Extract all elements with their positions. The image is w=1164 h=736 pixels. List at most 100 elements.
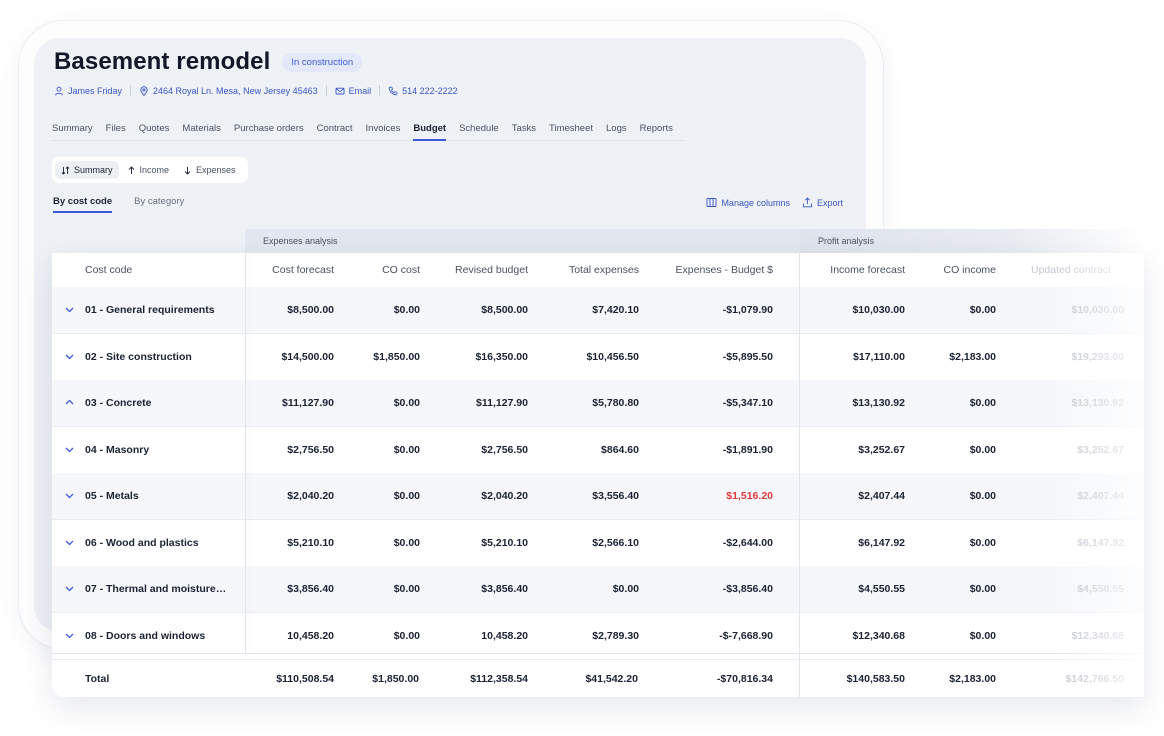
- chevron-down-icon[interactable]: [64, 537, 75, 548]
- tab-materials[interactable]: Materials: [182, 123, 221, 134]
- table-cell: $3,856.40: [481, 583, 528, 595]
- table-cell: $16,350.00: [475, 350, 528, 363]
- table-cell: $7,420.10: [592, 304, 639, 316]
- tab-summary[interactable]: Summary: [52, 123, 93, 134]
- col-co-cost[interactable]: CO cost: [320, 263, 420, 277]
- table-cell: $17,110.00: [853, 350, 905, 363]
- budget-table: Cost code Cost forecast CO cost Revised …: [52, 253, 1144, 697]
- table-cell: -$5,347.10: [722, 397, 773, 409]
- table-cell: $0.00: [969, 583, 996, 595]
- cost-code-name: 04 - Masonry: [85, 443, 150, 456]
- title-row: Basement remodel In construction: [54, 48, 363, 76]
- view-segmented-control: Summary Income Expenses: [52, 157, 248, 183]
- table-cell: $2,407.44: [1077, 490, 1124, 502]
- table-cell: $0.00: [969, 397, 996, 409]
- columns-icon: [706, 198, 717, 207]
- tab-files[interactable]: Files: [106, 123, 126, 134]
- col-cost-forecast[interactable]: Cost forecast: [234, 263, 334, 277]
- chevron-down-icon[interactable]: [64, 490, 75, 501]
- tab-contract[interactable]: Contract: [317, 123, 353, 134]
- table-cell: $11,127.90: [282, 397, 334, 409]
- tab-timesheet[interactable]: Timesheet: [549, 123, 593, 134]
- chevron-down-icon[interactable]: [64, 351, 75, 362]
- table-header: Cost code Cost forecast CO cost Revised …: [52, 253, 1144, 288]
- email-link[interactable]: Email: [335, 86, 371, 96]
- chevron-up-icon[interactable]: [64, 397, 75, 408]
- col-updated-contract[interactable]: Updated contract: [1031, 263, 1127, 277]
- table-cell: $2,040.20: [481, 490, 528, 502]
- status-badge: In construction: [282, 52, 363, 72]
- tab-purchase-orders[interactable]: Purchase orders: [234, 123, 304, 134]
- table-cell: $13,130.92: [852, 397, 905, 409]
- segment-expenses[interactable]: Expenses: [177, 161, 242, 179]
- segment-income[interactable]: Income: [121, 161, 176, 179]
- col-revised-budget[interactable]: Revised budget: [428, 263, 528, 277]
- chevron-down-icon[interactable]: [64, 304, 75, 315]
- table-cell: $0.00: [393, 490, 420, 502]
- table-cell: $0.00: [393, 443, 420, 456]
- table-row[interactable]: 07 - Thermal and moisture… $3,856.40 $0.00…: [52, 566, 1144, 613]
- owner-link[interactable]: James Friday: [54, 86, 122, 96]
- table-cell: $3,556.40: [592, 490, 639, 502]
- segment-summary-label: Summary: [74, 165, 113, 175]
- table-cell: $10,030.00: [852, 304, 905, 316]
- col-total-expenses[interactable]: Total expenses: [539, 263, 639, 277]
- manage-columns-button[interactable]: Manage columns: [706, 197, 790, 208]
- tab-by-cost-code[interactable]: By cost code: [53, 196, 113, 213]
- tab-logs[interactable]: Logs: [606, 123, 627, 134]
- table-cell: $5,210.10: [481, 536, 528, 549]
- segment-summary[interactable]: Summary: [55, 161, 119, 179]
- chevron-down-icon[interactable]: [64, 444, 75, 455]
- export-button[interactable]: Export: [802, 197, 843, 208]
- tab-tasks[interactable]: Tasks: [512, 123, 536, 134]
- tab-budget[interactable]: Budget: [413, 123, 446, 141]
- tab-invoices[interactable]: Invoices: [366, 123, 401, 134]
- table-cell: $3,856.40: [287, 583, 334, 595]
- total-total-expenses: $41,542.20: [585, 673, 638, 685]
- table-cell: $0.00: [393, 629, 420, 642]
- tab-quotes[interactable]: Quotes: [139, 123, 170, 134]
- table-cell: $8,500.00: [481, 304, 528, 316]
- table-cell: $0.00: [393, 397, 420, 409]
- col-cost-code[interactable]: Cost code: [85, 263, 132, 277]
- table-cell: -$1,891.90: [722, 443, 773, 456]
- tab-by-category[interactable]: By category: [134, 196, 184, 207]
- profit-analysis-group-header: Profit analysis: [800, 229, 1144, 253]
- segment-expenses-label: Expenses: [196, 165, 236, 175]
- total-row: Total $110,508.54 $1,850.00 $112,358.54 …: [52, 653, 1144, 697]
- table-row[interactable]: 02 - Site construction $14,500.00 $1,850.0…: [52, 333, 1144, 381]
- table-cell: -$1,079.90: [722, 304, 773, 316]
- table-cell: $2,789.30: [592, 629, 639, 642]
- table-row[interactable]: 01 - General requirements $8,500.00 $0.00 $…: [52, 287, 1144, 334]
- location-pin-icon: [140, 85, 148, 96]
- col-income-forecast[interactable]: Income forecast: [805, 263, 905, 277]
- table-cell: $0.00: [969, 304, 996, 316]
- cost-code-name: 02 - Site construction: [85, 350, 192, 363]
- table-cell: $13,130.92: [1071, 397, 1124, 409]
- tab-schedule[interactable]: Schedule: [459, 123, 499, 134]
- mail-icon: [335, 87, 345, 94]
- table-cell: $12,340.68: [1071, 629, 1124, 642]
- table-cell: -$-7,668.90: [719, 629, 773, 642]
- table-cell: $2,183.00: [949, 350, 996, 363]
- col-co-income[interactable]: CO income: [896, 263, 996, 277]
- chevron-down-icon[interactable]: [64, 583, 75, 594]
- phone-number: 514 222-2222: [402, 85, 458, 96]
- table-row[interactable]: 04 - Masonry $2,756.50 $0.00 $2,756.50 $864.…: [52, 426, 1144, 474]
- table-cell: $11,127.90: [476, 397, 528, 409]
- table-row[interactable]: 06 - Wood and plastics $5,210.10 $0.00 $5,2…: [52, 519, 1144, 567]
- table-row[interactable]: 05 - Metals $2,040.20 $0.00 $2,040.20 $3,556…: [52, 473, 1144, 520]
- export-icon: [803, 197, 812, 208]
- total-updated-contract: $142,766.50: [1065, 673, 1124, 685]
- table-row[interactable]: 03 - Concrete $11,127.90 $0.00 $11,127.90 $5…: [52, 380, 1144, 427]
- owner-name: James Friday: [68, 85, 123, 96]
- phone-link[interactable]: 514 222-2222: [388, 86, 458, 96]
- tab-reports[interactable]: Reports: [640, 123, 673, 134]
- address-link[interactable]: 2464 Royal Ln. Mesa, New Jersey 45463: [139, 86, 318, 96]
- cost-code-name: 05 - Metals: [85, 490, 139, 502]
- col-expenses-budget[interactable]: Expenses - Budget $: [643, 263, 773, 277]
- chevron-down-icon[interactable]: [64, 630, 75, 641]
- table-cell: $0.00: [393, 536, 420, 549]
- project-nav-tabs: Summary Files Quotes Materials Purchase …: [52, 123, 684, 141]
- user-icon: [55, 86, 63, 95]
